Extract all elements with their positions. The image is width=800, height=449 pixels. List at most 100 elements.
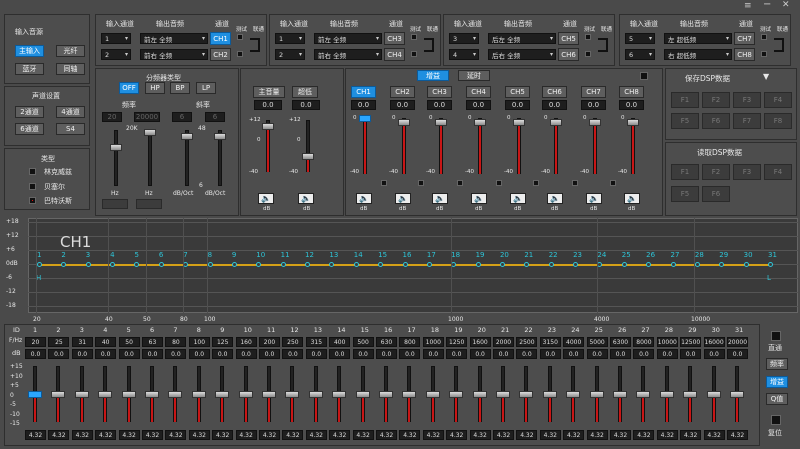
eq-band-q[interactable]: 4.32: [142, 430, 163, 440]
phase-checkbox[interactable]: [572, 180, 578, 186]
gain-mode-button[interactable]: 增益: [417, 70, 449, 81]
eq-band-q[interactable]: 4.32: [329, 430, 351, 440]
speaker-mute-icon[interactable]: 🔈: [510, 193, 526, 204]
eq-band-freq[interactable]: 4000: [563, 337, 585, 347]
eq-band-db[interactable]: 0.0: [493, 349, 514, 359]
channel-button[interactable]: CH3: [384, 32, 405, 45]
eq-point[interactable]: [548, 262, 554, 267]
input-channel-select[interactable]: 5: [625, 33, 655, 44]
eq-band-knob[interactable]: [121, 391, 136, 398]
eq-point[interactable]: [499, 262, 505, 267]
eq-point[interactable]: [475, 262, 481, 267]
eq-band-freq[interactable]: 125: [212, 337, 234, 347]
eq-band-knob[interactable]: [355, 391, 370, 398]
eq-band-q[interactable]: 4.32: [188, 430, 210, 440]
channel-button[interactable]: CH4: [384, 48, 405, 61]
channel-strip-button[interactable]: CH2: [390, 86, 415, 98]
eq-band-q[interactable]: 4.32: [446, 430, 468, 440]
eq-band-knob[interactable]: [542, 391, 557, 398]
speaker-mute-icon[interactable]: 🔈: [471, 193, 487, 204]
eq-band-freq[interactable]: 2500: [516, 337, 538, 347]
mix-slider-knob[interactable]: [302, 153, 314, 161]
load-slot-button[interactable]: F1: [671, 164, 699, 180]
eq-band-freq[interactable]: 160: [235, 337, 257, 347]
eq-band-db[interactable]: 0.0: [563, 349, 585, 359]
eq-band-q[interactable]: 4.32: [305, 430, 327, 440]
eq-band-db[interactable]: 0.0: [212, 349, 234, 359]
eq-band-freq[interactable]: 31: [71, 337, 93, 347]
crossover-type-button[interactable]: HP: [145, 82, 165, 94]
eq-band-freq[interactable]: 40: [95, 337, 117, 347]
eq-point[interactable]: [743, 262, 749, 267]
channel-button[interactable]: CH1: [210, 32, 231, 45]
minimize-icon[interactable]: −: [763, 0, 771, 10]
eq-band-q[interactable]: 4.32: [352, 430, 374, 440]
channel-strip-button[interactable]: CH3: [427, 86, 452, 98]
eq-band-q[interactable]: 4.32: [493, 430, 514, 440]
phase-checkbox[interactable]: [457, 180, 463, 186]
channel-strip-knob[interactable]: [398, 119, 410, 127]
eq-band-freq[interactable]: 2000: [493, 337, 514, 347]
channel-strip-button[interactable]: CH6: [542, 86, 567, 98]
eq-point[interactable]: [621, 262, 627, 267]
test-checkbox[interactable]: [411, 34, 417, 40]
speaker-mute-icon[interactable]: 🔈: [586, 193, 602, 204]
test-checkbox[interactable]: [761, 51, 767, 57]
channel-strip-knob[interactable]: [435, 119, 447, 127]
save-slot-button[interactable]: F7: [733, 113, 761, 129]
eq-point[interactable]: [85, 262, 91, 267]
side-button-q[interactable]: Q值: [766, 393, 788, 405]
phase-checkbox[interactable]: [496, 180, 502, 186]
eq-band-knob[interactable]: [28, 391, 42, 398]
eq-point[interactable]: [207, 262, 213, 267]
eq-band-freq[interactable]: 1250: [446, 337, 468, 347]
eq-band-freq[interactable]: 100: [188, 337, 210, 347]
eq-band-freq[interactable]: 500: [352, 337, 374, 347]
speaker-mute-icon[interactable]: 🔈: [624, 193, 640, 204]
speaker-mute-icon[interactable]: 🔈: [395, 193, 411, 204]
eq-band-q[interactable]: 4.32: [235, 430, 257, 440]
input-channel-select[interactable]: 3: [449, 33, 479, 44]
eq-band-freq[interactable]: 25: [48, 337, 70, 347]
eq-band-knob[interactable]: [285, 391, 300, 398]
eq-band-db[interactable]: 0.0: [165, 349, 187, 359]
test-checkbox[interactable]: [411, 51, 417, 57]
delay-mode-button[interactable]: 延时: [458, 70, 490, 81]
eq-band-knob[interactable]: [238, 391, 253, 398]
type-checkbox[interactable]: [29, 183, 36, 190]
eq-band-q[interactable]: 4.32: [165, 430, 187, 440]
crossover-slider-track[interactable]: [148, 130, 152, 186]
save-slot-button[interactable]: F3: [733, 92, 761, 108]
channel-button[interactable]: CH6: [558, 48, 579, 61]
eq-band-knob[interactable]: [613, 391, 627, 398]
output-audio-select[interactable]: 前右 全频: [314, 49, 382, 60]
eq-point[interactable]: [158, 262, 164, 267]
eq-point[interactable]: [670, 262, 676, 267]
channel-strip-knob[interactable]: [550, 119, 562, 127]
crossover-type-button[interactable]: BP: [170, 82, 190, 94]
save-slot-button[interactable]: F5: [671, 113, 699, 129]
eq-band-db[interactable]: 0.0: [656, 349, 678, 359]
eq-point[interactable]: [37, 262, 42, 267]
lp-marker[interactable]: L: [767, 274, 771, 282]
eq-band-freq[interactable]: 10000: [656, 337, 678, 347]
eq-band-knob[interactable]: [51, 391, 66, 398]
eq-band-freq[interactable]: 250: [282, 337, 304, 347]
speaker-mute-icon[interactable]: 🔈: [356, 193, 372, 204]
test-checkbox[interactable]: [585, 34, 591, 40]
eq-band-knob[interactable]: [472, 391, 487, 398]
eq-band-db[interactable]: 0.0: [352, 349, 374, 359]
input-channel-select[interactable]: 2: [101, 49, 131, 60]
eq-band-knob[interactable]: [496, 391, 510, 398]
output-audio-select[interactable]: 后右 全频: [488, 49, 556, 60]
sub-button[interactable]: 超低: [292, 86, 318, 98]
eq-band-db[interactable]: 0.0: [610, 349, 631, 359]
output-audio-select[interactable]: 前左 全频: [140, 33, 208, 44]
eq-band-q[interactable]: 4.32: [376, 430, 397, 440]
eq-band-knob[interactable]: [262, 391, 276, 398]
eq-band-q[interactable]: 4.32: [259, 430, 280, 440]
output-audio-select[interactable]: 后左 全频: [488, 33, 556, 44]
side-button-gain[interactable]: 增益: [766, 376, 788, 388]
input-channel-select[interactable]: 6: [625, 49, 655, 60]
channel-strip-knob[interactable]: [474, 119, 486, 127]
